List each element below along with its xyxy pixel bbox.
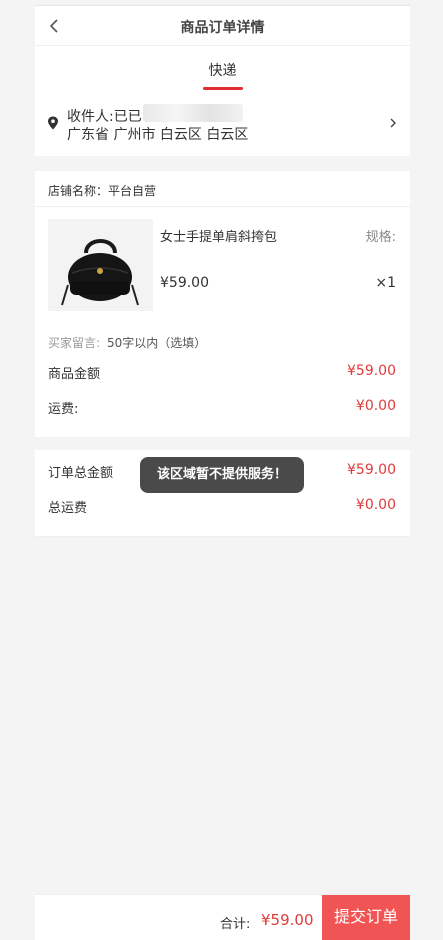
goods-amount-value: ¥59.00 [347, 363, 396, 379]
buyer-message-label: 买家留言: [48, 336, 101, 350]
total-shipping-value: ¥0.00 [355, 497, 396, 513]
handbag-icon [61, 239, 139, 306]
order-total-label: 订单总金额 [48, 466, 114, 481]
shop-header: 店铺名称：平台自营 [35, 171, 410, 207]
submit-order-button[interactable]: 提交订单 [322, 895, 410, 940]
shop-card: 店铺名称：平台自营 女士手提单肩斜挎包 规格: ¥59.00 ×1 买家留言: … [35, 171, 410, 437]
bottom-bar: 合计: ¥59.00 提交订单 [35, 894, 410, 940]
product-price: ¥59.00 [160, 275, 209, 291]
total-value: ¥59.00 [261, 911, 314, 929]
page-title: 商品订单详情 [180, 20, 265, 36]
location-pin-icon [48, 116, 58, 130]
tab-express[interactable]: 快递 [195, 60, 250, 80]
order-page: 商品订单详情 快递 收件人:已已 广东省 广州市 白云区 白云区 店铺名称：平台… [35, 0, 410, 940]
total-label: 合计: [220, 917, 251, 932]
product-name: 女士手提单肩斜挎包 [160, 230, 278, 245]
total-shipping-label: 总运费 [48, 501, 88, 516]
product-quantity: ×1 [375, 275, 396, 291]
recipient-name: 收件人:已已 [67, 109, 142, 125]
product-image[interactable] [48, 219, 153, 311]
shipping-value: ¥0.00 [355, 398, 396, 414]
goods-amount-label: 商品金额 [48, 367, 101, 382]
address-card[interactable]: 收件人:已已 广东省 广州市 白云区 白云区 [35, 90, 410, 156]
redacted-phone [143, 104, 243, 122]
toast-message: 该区域暂不提供服务！ [140, 457, 304, 493]
product-spec: 规格: [365, 230, 396, 245]
header: 商品订单详情 [35, 6, 410, 46]
chevron-right-icon [390, 118, 396, 128]
delivery-tabs: 快递 [35, 46, 410, 90]
shipping-label: 运费: [48, 402, 79, 417]
order-total-value: ¥59.00 [347, 462, 396, 478]
shop-name: 店铺名称：平台自营 [48, 184, 157, 198]
address-line: 广东省 广州市 白云区 白云区 [67, 127, 249, 143]
buyer-message-input[interactable]: 50字以内（选填） [107, 334, 206, 351]
